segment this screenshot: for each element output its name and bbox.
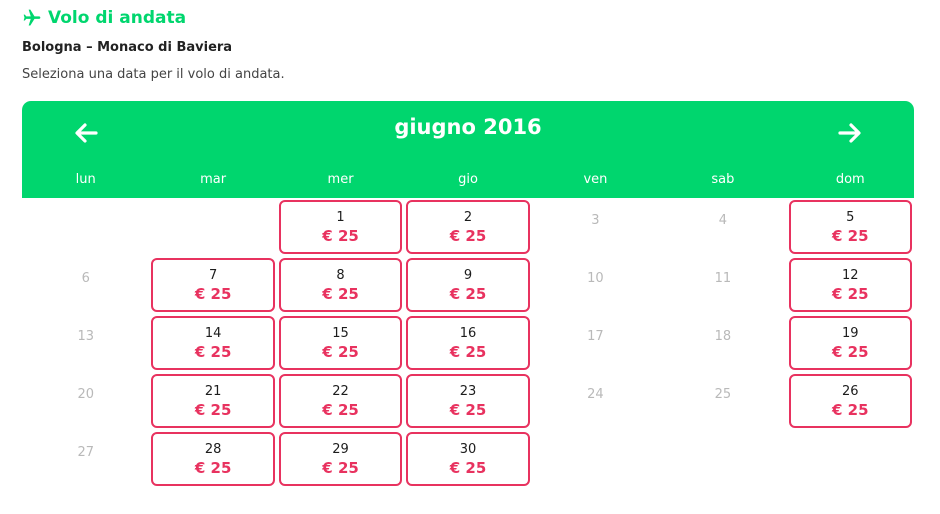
title-row: Volo di andata bbox=[22, 6, 186, 30]
day-5-button[interactable]: 5 € 25 bbox=[788, 200, 912, 254]
day-price: € 25 bbox=[832, 401, 869, 419]
day-27-unavailable: 27 bbox=[77, 445, 94, 460]
route-label: Bologna – Monaco di Baviera bbox=[22, 40, 233, 55]
day-1-button[interactable]: 1 € 25 bbox=[278, 200, 403, 254]
day-16-button[interactable]: 16 € 25 bbox=[406, 316, 530, 370]
day-6-unavailable: 6 bbox=[81, 271, 90, 286]
day-25-unavailable: 25 bbox=[714, 387, 732, 402]
day-number: 7 bbox=[208, 268, 218, 283]
day-price: € 25 bbox=[322, 343, 359, 361]
day-number: 23 bbox=[459, 384, 477, 399]
weekday-label: sab bbox=[711, 172, 735, 187]
weekday-row: lun mar mer gio ven sab dom bbox=[22, 172, 914, 187]
day-number: 12 bbox=[842, 268, 859, 283]
day-number: 16 bbox=[459, 326, 477, 341]
weekday-label: gio bbox=[458, 172, 478, 187]
date-picker-calendar: giugno 2016 lun mar mer gio ven sab dom … bbox=[22, 101, 914, 490]
day-23-button[interactable]: 23 € 25 bbox=[406, 374, 530, 428]
month-label: giugno 2016 bbox=[394, 115, 542, 139]
day-price: € 25 bbox=[322, 401, 359, 419]
day-18-unavailable: 18 bbox=[714, 329, 732, 344]
day-price: € 25 bbox=[449, 401, 487, 419]
day-price: € 25 bbox=[322, 285, 359, 303]
empty-cell bbox=[22, 200, 149, 258]
day-26-button[interactable]: 26 € 25 bbox=[788, 374, 912, 428]
day-9-button[interactable]: 9 € 25 bbox=[406, 258, 530, 312]
day-price: € 25 bbox=[832, 227, 869, 245]
day-price: € 25 bbox=[449, 343, 487, 361]
day-number: 22 bbox=[332, 384, 349, 399]
day-24-unavailable: 24 bbox=[587, 387, 604, 402]
day-30-button[interactable]: 30 € 25 bbox=[406, 432, 530, 486]
empty-cell bbox=[149, 200, 276, 258]
day-number: 19 bbox=[842, 326, 859, 341]
day-15-button[interactable]: 15 € 25 bbox=[278, 316, 403, 370]
next-month-button[interactable] bbox=[836, 119, 864, 147]
day-price: € 25 bbox=[194, 343, 232, 361]
day-8-button[interactable]: 8 € 25 bbox=[278, 258, 403, 312]
day-number: 14 bbox=[204, 326, 222, 341]
day-number: 1 bbox=[336, 210, 345, 225]
day-4-unavailable: 4 bbox=[718, 213, 727, 228]
day-number: 8 bbox=[336, 268, 345, 283]
day-number: 30 bbox=[459, 442, 477, 457]
day-3-unavailable: 3 bbox=[591, 213, 600, 228]
airplane-icon bbox=[23, 9, 41, 26]
instruction-text: Seleziona una data per il volo di andata… bbox=[22, 67, 285, 82]
day-21-button[interactable]: 21 € 25 bbox=[151, 374, 275, 428]
day-17-unavailable: 17 bbox=[587, 329, 604, 344]
day-19-button[interactable]: 19 € 25 bbox=[788, 316, 912, 370]
day-number: 5 bbox=[846, 210, 855, 225]
day-price: € 25 bbox=[449, 285, 487, 303]
page-title: Volo di andata bbox=[48, 8, 187, 28]
day-number: 28 bbox=[204, 442, 222, 457]
weekday-label: lun bbox=[75, 172, 96, 187]
day-number: 2 bbox=[463, 210, 473, 225]
day-20-unavailable: 20 bbox=[77, 387, 94, 402]
day-14-button[interactable]: 14 € 25 bbox=[151, 316, 275, 370]
outbound-header: Volo di andata bbox=[22, 6, 186, 30]
calendar-header: giugno 2016 lun mar mer gio ven sab dom bbox=[22, 101, 914, 198]
day-12-button[interactable]: 12 € 25 bbox=[788, 258, 912, 312]
weekday-label: mar bbox=[200, 172, 227, 187]
day-7-button[interactable]: 7 € 25 bbox=[151, 258, 275, 312]
day-number: 9 bbox=[463, 268, 473, 283]
day-price: € 25 bbox=[194, 459, 232, 477]
day-price: € 25 bbox=[832, 285, 869, 303]
day-number: 15 bbox=[332, 326, 349, 341]
day-price: € 25 bbox=[449, 459, 487, 477]
day-price: € 25 bbox=[322, 227, 359, 245]
day-price: € 25 bbox=[194, 285, 232, 303]
day-11-unavailable: 11 bbox=[714, 271, 732, 286]
weekday-label: dom bbox=[835, 172, 865, 187]
day-13-unavailable: 13 bbox=[77, 329, 94, 344]
day-price: € 25 bbox=[832, 343, 869, 361]
day-number: 21 bbox=[204, 384, 222, 399]
day-28-button[interactable]: 28 € 25 bbox=[151, 432, 275, 486]
day-number: 26 bbox=[842, 384, 859, 399]
calendar-grid: 1 € 25 2 € 25 3 4 5 € 25 6 7 € 25 8 € 25 9 € 2… bbox=[22, 200, 914, 490]
day-22-button[interactable]: 22 € 25 bbox=[278, 374, 403, 428]
weekday-label: mer bbox=[327, 172, 354, 187]
day-price: € 25 bbox=[449, 227, 487, 245]
day-29-button[interactable]: 29 € 25 bbox=[278, 432, 403, 486]
day-number: 29 bbox=[332, 442, 349, 457]
day-price: € 25 bbox=[322, 459, 359, 477]
weekday-label: ven bbox=[583, 172, 608, 187]
day-price: € 25 bbox=[194, 401, 232, 419]
day-2-button[interactable]: 2 € 25 bbox=[406, 200, 530, 254]
day-10-unavailable: 10 bbox=[587, 271, 604, 286]
